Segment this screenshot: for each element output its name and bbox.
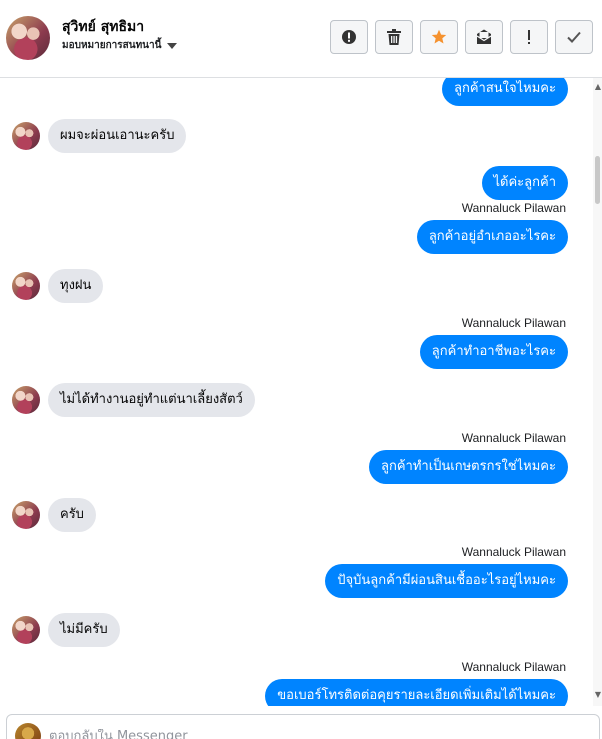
message-bubble-outgoing: ลูกค้าอยู่อำเภออะไรคะ — [416, 220, 568, 254]
conversation-toolbar — [330, 20, 593, 54]
message-row-incoming: ทุงฝน — [12, 269, 104, 303]
scroll-down-arrow-icon[interactable]: ▼ — [595, 690, 601, 699]
assign-conversation-label: มอบหมายการสนทนานี้ — [62, 40, 162, 51]
reply-composer — [6, 714, 600, 739]
contact-avatar[interactable] — [12, 122, 40, 150]
sender-name: Wannaluck Pilawan — [461, 660, 566, 674]
sender-name: Wannaluck Pilawan — [461, 545, 566, 559]
page-avatar — [15, 723, 41, 739]
reply-input[interactable] — [49, 729, 549, 739]
scrollbar-thumb[interactable] — [595, 156, 600, 204]
sender-name: Wannaluck Pilawan — [461, 431, 566, 445]
message-bubble-incoming: ไม่ได้ทำงานอยู่ทำแต่นาเลี้ยงสัตว์ — [48, 383, 255, 417]
conversation-header: สุวิทย์ สุทธิมา มอบหมายการสนทนานี้ — [0, 0, 602, 78]
spam-button[interactable] — [330, 20, 368, 54]
message-bubble-incoming: ครับ — [48, 498, 96, 532]
message-thread: ลูกค้าสนใจไหมคะ ผมจะผ่อนเอานะครับ ได้ค่ะ… — [0, 78, 602, 706]
contact-avatar[interactable] — [6, 16, 50, 60]
contact-avatar[interactable] — [12, 272, 40, 300]
contact-avatar[interactable] — [12, 501, 40, 529]
mark-unread-button[interactable] — [465, 20, 503, 54]
follow-up-button[interactable] — [510, 20, 548, 54]
message-row-incoming: ผมจะผ่อนเอานะครับ — [12, 119, 187, 153]
message-bubble-outgoing: ลูกค้าทำอาชีพอะไรคะ — [419, 335, 568, 369]
message-bubble-incoming: ไม่มีครับ — [48, 613, 120, 647]
assign-conversation-dropdown[interactable]: มอบหมายการสนทนานี้ — [62, 38, 178, 53]
message-bubble-outgoing: ปัจุบันลูกค้ามีผ่อนสินเชื้ออะไรอยู่ไหมคะ — [325, 564, 568, 598]
contact-name[interactable]: สุวิทย์ สุทธิมา — [62, 16, 144, 38]
contact-avatar[interactable] — [12, 386, 40, 414]
message-bubble-incoming: ทุงฝน — [48, 269, 104, 303]
delete-button[interactable] — [375, 20, 413, 54]
message-bubble-incoming: ผมจะผ่อนเอานะครับ — [48, 119, 187, 153]
checkmark-icon — [567, 31, 581, 43]
star-button[interactable] — [420, 20, 458, 54]
message-row-incoming: ครับ — [12, 498, 96, 532]
exclamation-icon — [528, 30, 530, 44]
sender-name: Wannaluck Pilawan — [461, 201, 566, 215]
star-icon — [431, 29, 447, 44]
alert-circle-icon — [342, 30, 356, 44]
unread-envelope-icon — [476, 29, 492, 44]
message-bubble-outgoing: ลูกค้าสนใจไหมคะ — [442, 78, 568, 106]
message-bubble-outgoing: ขอเบอร์โทรติดต่อคุยรายละเอียดเพิ่มเติมได… — [265, 679, 568, 706]
message-bubble-outgoing: ลูกค้าทำเป็นเกษตรกรใช่ไหมคะ — [369, 450, 568, 484]
sender-name: Wannaluck Pilawan — [461, 316, 566, 330]
caret-down-icon — [167, 42, 178, 49]
trash-icon — [387, 29, 401, 45]
scroll-up-arrow-icon[interactable]: ▲ — [595, 82, 601, 91]
contact-avatar[interactable] — [12, 616, 40, 644]
message-row-incoming: ไม่ได้ทำงานอยู่ทำแต่นาเลี้ยงสัตว์ — [12, 383, 255, 417]
message-bubble-outgoing: ได้ค่ะลูกค้า — [481, 166, 568, 200]
done-button[interactable] — [555, 20, 593, 54]
message-row-incoming: ไม่มีครับ — [12, 613, 120, 647]
